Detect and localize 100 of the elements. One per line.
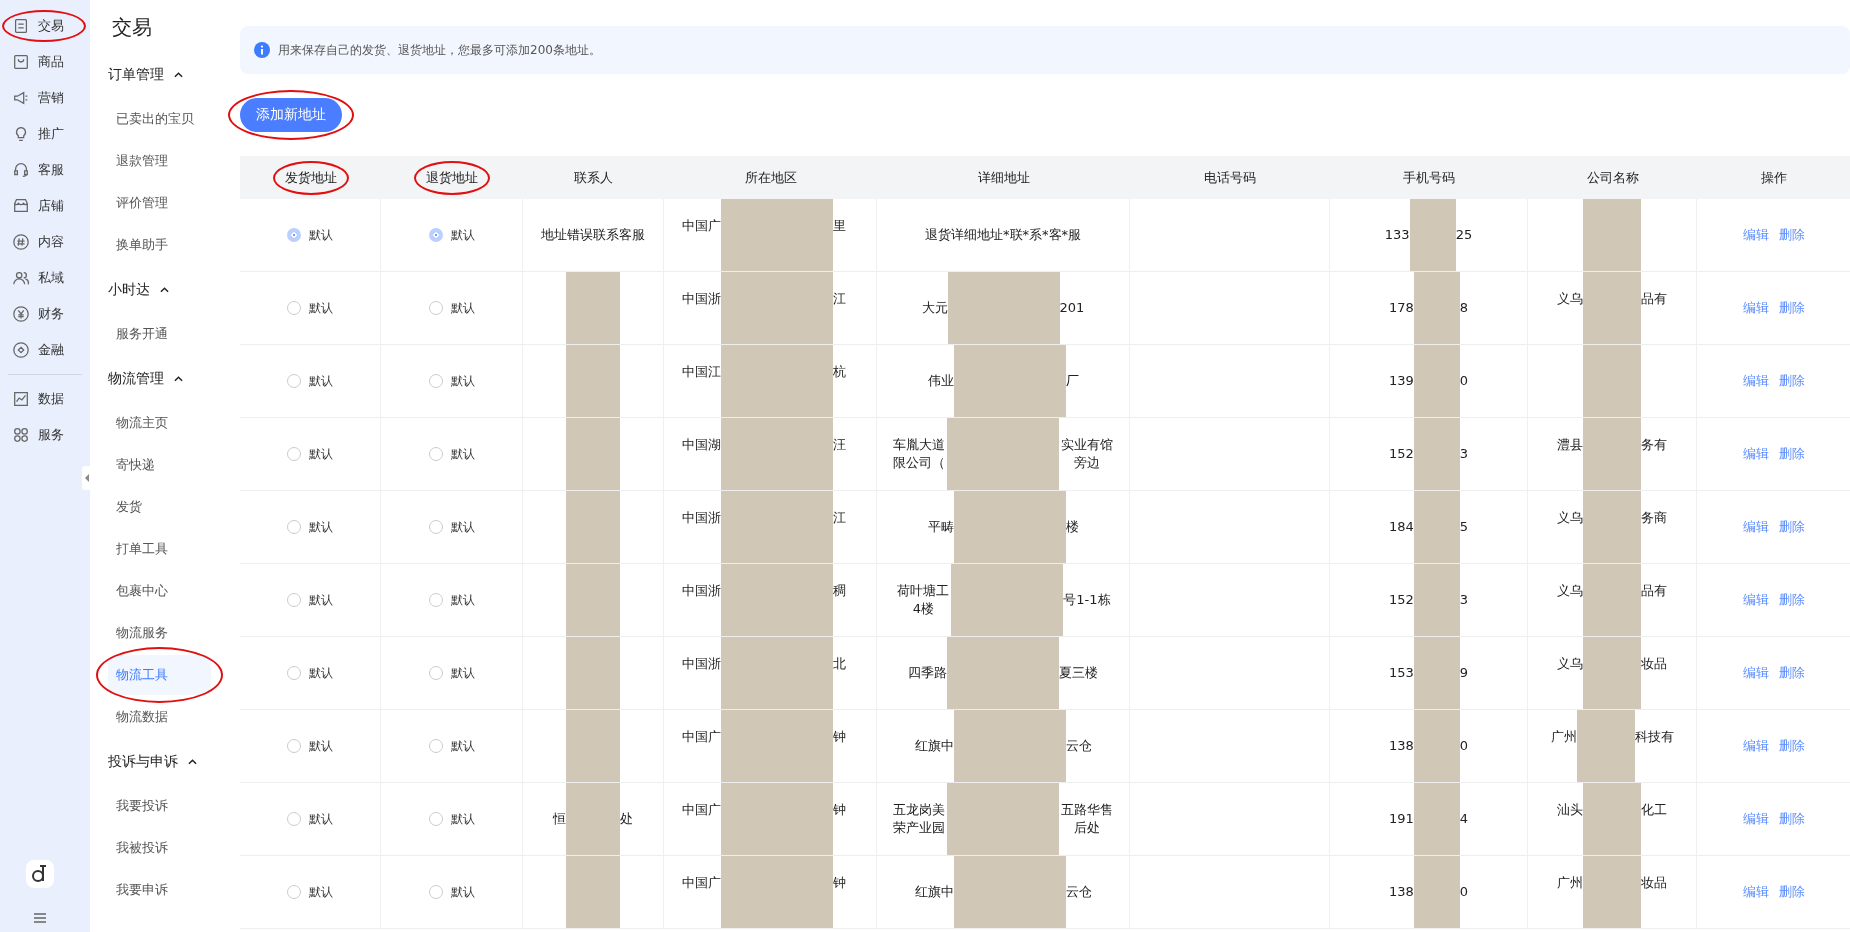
add-address-button[interactable]: 添加新地址 bbox=[240, 98, 342, 132]
mobile-cell: 153 bbox=[1388, 664, 1414, 682]
rail-item[interactable]: 财务 bbox=[0, 296, 90, 332]
address-cell: 号1-1栋 bbox=[1063, 591, 1111, 609]
rail-item[interactable]: 数据 bbox=[0, 381, 90, 417]
rail-item[interactable]: 交易 bbox=[0, 8, 90, 44]
nav-group-header[interactable]: 订单管理 bbox=[108, 52, 240, 97]
column-header: 公司名称 bbox=[1585, 168, 1640, 187]
address-cell: 云仓 bbox=[1065, 737, 1092, 755]
column-header: 详细地址 bbox=[976, 168, 1031, 187]
region-cell-text: 中国江 bbox=[682, 363, 721, 381]
region-cell-text: 中国浙 bbox=[682, 509, 721, 527]
chart-icon bbox=[12, 390, 30, 408]
region-cell-text: 中国浙 bbox=[682, 655, 721, 673]
mobile-cell: 4 bbox=[1459, 810, 1469, 828]
address-cell-text: 车胤大道限公司（ bbox=[892, 436, 947, 472]
default-radio[interactable]: 默认 bbox=[287, 445, 333, 463]
default-radio[interactable]: 默认 bbox=[428, 664, 475, 682]
company-cell-text: 广州 bbox=[1557, 874, 1583, 892]
shop-icon bbox=[12, 197, 30, 215]
nav-item[interactable]: 换单助手 bbox=[108, 225, 211, 265]
company-cell-text: 化工 bbox=[1641, 801, 1667, 819]
rail-item[interactable]: 内容 bbox=[0, 224, 90, 260]
company-cell-text: 科技有 bbox=[1634, 728, 1674, 746]
company-cell-text: 务商 bbox=[1641, 509, 1667, 527]
company-cell-text: 妆品 bbox=[1641, 874, 1667, 892]
default-radio[interactable]: 默认 bbox=[287, 664, 333, 682]
default-radio[interactable]: 默认 bbox=[287, 372, 333, 390]
region-cell-text: 钟 bbox=[833, 728, 846, 746]
default-radio[interactable]: 默认 bbox=[428, 445, 475, 463]
nav-item[interactable]: 物流服务 bbox=[108, 613, 211, 653]
region-cell-text: 中国广 bbox=[682, 801, 721, 819]
nav-item[interactable]: 物流工具 bbox=[108, 655, 211, 695]
rail-item[interactable]: 商品 bbox=[0, 44, 90, 80]
address-cell: 201 bbox=[1059, 299, 1085, 317]
default-radio[interactable]: 默认 bbox=[287, 883, 333, 901]
mobile-cell: 0 bbox=[1459, 372, 1469, 390]
column-header: 手机号码 bbox=[1402, 168, 1456, 187]
region-cell-text: 北 bbox=[833, 655, 846, 673]
region-cell-text: 里 bbox=[833, 217, 846, 235]
address-cell-text: 五路华售后处 bbox=[1059, 801, 1114, 837]
mobile-cell: 0 bbox=[1459, 883, 1469, 901]
default-radio[interactable]: 默认 bbox=[287, 591, 333, 609]
mobile-cell: 0 bbox=[1459, 737, 1469, 755]
nav-item[interactable]: 打单工具 bbox=[108, 529, 211, 569]
nav-item[interactable]: 物流数据 bbox=[108, 697, 211, 737]
nav-item[interactable]: 寄快递 bbox=[108, 445, 211, 485]
region-cell-text: 杭 bbox=[833, 363, 846, 381]
column-header: 发货地址 bbox=[240, 156, 381, 199]
default-radio[interactable]: 默认 bbox=[428, 226, 475, 244]
column-header: 所在地区 bbox=[743, 168, 798, 187]
default-radio[interactable]: 默认 bbox=[428, 372, 475, 390]
collapse-handle[interactable] bbox=[82, 466, 92, 490]
address-cell: 红旗中 bbox=[914, 737, 954, 755]
info-icon bbox=[254, 42, 270, 58]
contact-cell: 处 bbox=[620, 810, 633, 828]
address-cell: 楼 bbox=[1065, 518, 1079, 536]
rail-item[interactable]: 客服 bbox=[0, 152, 90, 188]
address-cell: 四季路 bbox=[908, 664, 947, 682]
nav-item[interactable]: 发货 bbox=[108, 487, 211, 527]
rail-item[interactable]: 店铺 bbox=[0, 188, 90, 224]
default-radio[interactable]: 默认 bbox=[428, 883, 475, 901]
default-radio[interactable]: 默认 bbox=[428, 737, 475, 755]
default-radio[interactable]: 默认 bbox=[428, 518, 475, 536]
default-radio[interactable]: 默认 bbox=[428, 810, 475, 828]
nav-item[interactable]: 我要投诉 bbox=[108, 786, 211, 826]
nav-item[interactable]: 我要申诉 bbox=[108, 870, 211, 910]
nav-group-header[interactable]: 小时达 bbox=[108, 267, 240, 312]
nav-item[interactable]: 退款管理 bbox=[108, 141, 211, 181]
address-cell: 云仓 bbox=[1065, 883, 1092, 901]
nav-item[interactable]: 我被投诉 bbox=[108, 828, 211, 868]
nav-item[interactable]: 评价管理 bbox=[108, 183, 211, 223]
default-radio[interactable]: 默认 bbox=[287, 810, 333, 828]
rail-item[interactable]: 金融 bbox=[0, 332, 90, 368]
nav-item[interactable]: 包裹中心 bbox=[108, 571, 211, 611]
default-radio[interactable]: 默认 bbox=[428, 591, 475, 609]
nav-item[interactable]: 服务开通 bbox=[108, 314, 211, 354]
nav-group-header[interactable]: 物流管理 bbox=[108, 356, 240, 401]
mobile-cell: 138 bbox=[1388, 737, 1414, 755]
rail-item[interactable]: 营销 bbox=[0, 80, 90, 116]
nav-item[interactable]: 物流主页 bbox=[108, 403, 211, 443]
default-radio[interactable]: 默认 bbox=[287, 737, 333, 755]
rail-item[interactable]: 私域 bbox=[0, 260, 90, 296]
rail-item[interactable]: 服务 bbox=[0, 417, 90, 453]
nav-item[interactable]: 已卖出的宝贝 bbox=[108, 99, 211, 139]
mobile-cell: 152 bbox=[1388, 591, 1414, 609]
default-radio[interactable]: 默认 bbox=[287, 226, 333, 244]
yen-icon bbox=[12, 305, 30, 323]
rail-item[interactable]: 推广 bbox=[0, 116, 90, 152]
default-radio[interactable]: 默认 bbox=[428, 299, 475, 317]
default-radio[interactable]: 默认 bbox=[287, 518, 333, 536]
info-text: 用来保存自己的发货、退货地址，您最多可添加200条地址。 bbox=[278, 41, 601, 59]
region-cell-text: 江 bbox=[833, 509, 846, 527]
default-radio[interactable]: 默认 bbox=[287, 299, 333, 317]
section-title: 交易 bbox=[111, 14, 153, 41]
menu-icon[interactable] bbox=[32, 912, 48, 924]
megaphone-icon bbox=[12, 89, 30, 107]
nav-group-header[interactable]: 投诉与申诉 bbox=[108, 739, 240, 784]
mobile-cell: 191 bbox=[1388, 810, 1414, 828]
contact-cell: 地址错误联系客服 bbox=[541, 226, 645, 244]
